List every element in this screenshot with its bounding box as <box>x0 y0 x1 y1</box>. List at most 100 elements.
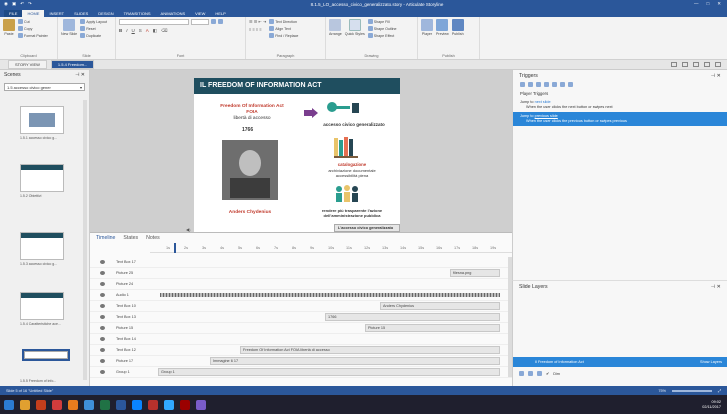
preview-button[interactable]: Preview <box>436 19 449 57</box>
timeline-row[interactable]: Group 1 Group 1 <box>90 367 512 378</box>
move-down-icon[interactable] <box>568 82 573 87</box>
quick-styles-button[interactable]: Quick Styles <box>345 19 365 57</box>
text-direction-button[interactable]: Text Direction <box>269 19 298 24</box>
menu-slides[interactable]: SLIDES <box>69 10 93 17</box>
new-trigger-icon[interactable] <box>520 82 525 87</box>
maximize-icon[interactable]: □ <box>707 1 710 7</box>
audio-waveform[interactable] <box>160 293 500 297</box>
timeline-bar[interactable]: Anders Chydenius <box>380 302 500 310</box>
pin-icon[interactable]: ⊣ ✕ <box>711 73 721 79</box>
eye-icon[interactable] <box>100 271 105 275</box>
base-layer-row[interactable]: Il Freedom of Information Act Show Layer… <box>513 357 727 367</box>
menu-design[interactable]: DESIGN <box>93 10 118 17</box>
slide-thumbnail-5[interactable] <box>22 349 70 361</box>
timeline-row[interactable]: Text Box 12 Freedom Of Information Act F… <box>90 345 512 356</box>
slide-thumbnail-3[interactable] <box>20 232 64 260</box>
word-icon[interactable] <box>116 399 126 410</box>
delete-trigger-icon[interactable] <box>552 82 557 87</box>
shrink-font-icon[interactable] <box>218 19 223 24</box>
duplicate-button[interactable]: Duplicate <box>80 33 107 38</box>
eye-icon[interactable] <box>100 337 105 341</box>
paste-button[interactable]: Paste <box>3 19 15 57</box>
cut-button[interactable]: Cut <box>18 19 48 24</box>
timeline-bar[interactable]: Picture 15 <box>365 324 500 332</box>
font-name-box[interactable] <box>119 19 189 25</box>
powerpoint-icon[interactable] <box>36 399 46 410</box>
view-collapse-icon[interactable] <box>704 62 710 67</box>
tab-current-slide[interactable]: 1.5.4 Freedom... <box>50 60 95 69</box>
eye-icon[interactable] <box>100 315 105 319</box>
timeline-row[interactable]: Picture 24 <box>90 279 512 290</box>
pin-icon[interactable]: ⊣ ✕ <box>711 284 721 290</box>
shape-fill-button[interactable]: Shape Fill <box>367 19 397 24</box>
tab-story-view[interactable]: STORY VIEW <box>8 60 47 69</box>
show-layers-link[interactable]: Show Layers <box>700 360 722 364</box>
shape-effect-button[interactable]: Shape Effect <box>367 33 397 38</box>
timeline-row[interactable]: Audio 1 <box>90 290 512 301</box>
portrait-image[interactable] <box>222 140 278 200</box>
file-explorer-icon[interactable] <box>20 399 30 410</box>
slide-banner[interactable]: IL FREEDOM OF INFORMATION ACT <box>194 78 400 94</box>
eye-icon[interactable] <box>100 293 105 297</box>
timeline-bar[interactable]: Immagine 6 17 <box>210 357 500 365</box>
apply-layout-button[interactable]: Apply Layout <box>80 19 107 24</box>
clock[interactable]: 09:02 02/11/2017 <box>702 400 721 410</box>
view-fit-icon[interactable] <box>682 62 688 67</box>
timeline-bar[interactable]: Group 1 <box>158 368 500 376</box>
timeline-bar[interactable]: filesna.png <box>450 269 500 277</box>
clear-format-icon[interactable]: ⌫ <box>161 28 167 34</box>
redo-icon[interactable]: ↷ <box>28 1 32 7</box>
eye-icon[interactable] <box>100 348 105 352</box>
menu-home[interactable]: HOME <box>22 10 45 17</box>
eye-icon[interactable] <box>100 282 105 286</box>
edge-icon[interactable] <box>84 399 94 410</box>
italic-icon[interactable]: I <box>126 28 127 34</box>
undo-icon[interactable]: ↶ <box>20 1 24 7</box>
close-icon[interactable]: ✕ <box>717 1 721 7</box>
find-replace-button[interactable]: Find / Replace <box>269 33 298 38</box>
font-color-icon[interactable]: A <box>146 28 149 34</box>
excel-icon[interactable] <box>100 399 110 410</box>
align-text-button[interactable]: Align Text <box>269 26 298 31</box>
slide-thumbnail-4[interactable] <box>20 292 64 320</box>
menu-help[interactable]: HELP <box>210 10 230 17</box>
accesso-label[interactable]: accesso civico generalizzato <box>314 122 394 127</box>
eye-icon[interactable] <box>100 359 105 363</box>
timeline-row[interactable]: Text Box 17 <box>90 257 512 268</box>
menu-insert[interactable]: INSERT <box>44 10 69 17</box>
catalog-title[interactable]: catalogazione <box>312 162 392 167</box>
storyline-icon[interactable] <box>52 399 62 410</box>
filezilla-icon[interactable] <box>148 399 158 410</box>
move-up-icon[interactable] <box>560 82 565 87</box>
bullets-icon[interactable]: ☰ ☰ ⇤ ⇥ <box>249 19 266 24</box>
catalog-text[interactable]: archiviazione documentale accessibilità … <box>306 168 398 178</box>
align-icon[interactable]: ≡ ≡ ≡ ≡ <box>249 27 266 32</box>
year-text[interactable]: 1766 <box>242 127 253 133</box>
delete-layer-icon[interactable] <box>537 371 542 376</box>
scene-selector[interactable]: 1.5 accesso civico gener ▾ <box>4 83 85 91</box>
view-normal-icon[interactable] <box>671 62 677 67</box>
scenes-scrollbar[interactable] <box>83 100 87 380</box>
view-expand-icon[interactable] <box>693 62 699 67</box>
pin-icon[interactable]: ⊣ ✕ <box>75 72 85 78</box>
menu-view[interactable]: VIEW <box>190 10 210 17</box>
shape-outline-button[interactable]: Shape Outline <box>367 26 397 31</box>
photoshop-icon[interactable] <box>164 399 174 410</box>
underline-icon[interactable]: U <box>132 28 135 34</box>
eye-icon[interactable] <box>100 304 105 308</box>
format-painter-button[interactable]: Format Painter <box>18 33 48 38</box>
menu-animations[interactable]: ANIMATIONS <box>156 10 191 17</box>
new-layer-icon[interactable] <box>519 371 524 376</box>
timeline-row[interactable]: Picture 15 Picture 15 <box>90 323 512 334</box>
paste-trigger-icon[interactable] <box>544 82 549 87</box>
copy-trigger-icon[interactable] <box>536 82 541 87</box>
slide-thumbnail-1[interactable] <box>20 106 64 134</box>
timeline-row[interactable]: Text Box 14 <box>90 334 512 345</box>
tab-notes[interactable]: Notes <box>146 235 160 241</box>
transparency-text[interactable]: rendere più trasparente l'azione dell'am… <box>304 208 400 218</box>
foia-text-box[interactable]: Freedom Of Information Act FOIA libertà … <box>208 104 296 122</box>
fit-icon[interactable]: ⤢ <box>718 389 721 393</box>
timeline-row[interactable]: Picture 25 filesna.png <box>90 268 512 279</box>
trigger-link[interactable]: next slide <box>535 100 551 104</box>
timeline-ruler[interactable]: 1s 2s 3s 4s 5s 6s 7s 8s 9s 10s 11s 12s 1… <box>150 243 512 253</box>
